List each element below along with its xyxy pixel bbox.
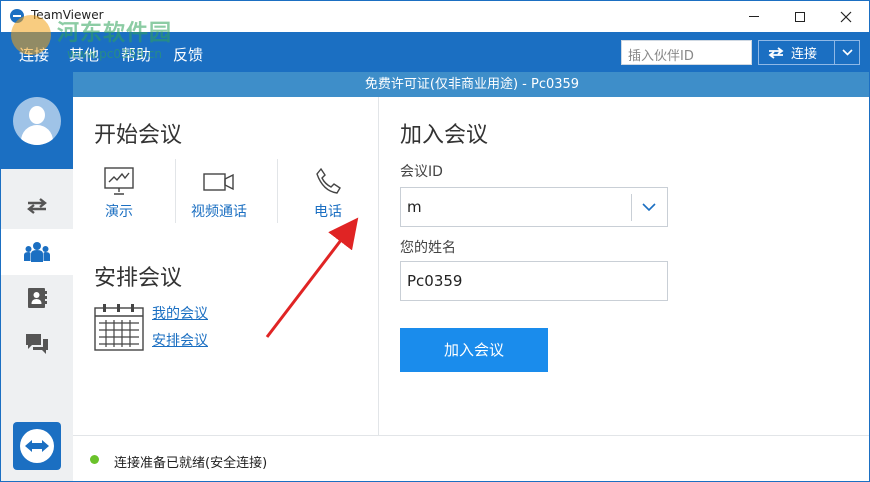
minimize-button[interactable] — [731, 1, 777, 32]
presentation-option[interactable]: 演示 — [103, 167, 135, 221]
phone-icon — [316, 167, 341, 194]
sidebar-item-meeting[interactable] — [1, 229, 73, 275]
option-divider — [277, 159, 278, 223]
your-name-input[interactable]: Pc0359 — [400, 261, 668, 301]
join-meeting-panel: 加入会议 会议ID m 您的姓名 Pc0359 加入会议 — [380, 97, 869, 435]
arrows-icon — [27, 198, 47, 214]
schedule-meeting-title: 安排会议 — [94, 266, 183, 291]
maximize-icon — [795, 11, 805, 22]
close-icon — [840, 11, 852, 22]
phone-option[interactable]: 电话 — [313, 167, 343, 221]
presentation-icon — [104, 167, 134, 195]
connect-dropdown-button[interactable] — [834, 41, 859, 64]
connect-partner-button[interactable]: 连接 — [758, 40, 860, 65]
start-meeting-panel: 开始会议 演示 视频通话 电话 安排会议 我的会议 安排会议 — [73, 97, 379, 435]
minimize-icon — [749, 16, 759, 17]
menu-help[interactable]: 帮助 — [121, 44, 151, 65]
teamviewer-logo-icon — [10, 9, 24, 23]
teamviewer-arrows-icon — [25, 440, 49, 452]
join-meeting-button[interactable]: 加入会议 — [400, 328, 548, 372]
sidebar-item-remote-control[interactable] — [1, 183, 73, 229]
menu-connect[interactable]: 连接 — [19, 44, 49, 65]
status-bar: 连接准备已就绪(安全连接) — [73, 435, 869, 481]
my-meetings-link[interactable]: 我的会议 — [152, 303, 208, 323]
menu-feedback[interactable]: 反馈 — [173, 44, 203, 65]
video-camera-icon — [203, 173, 234, 191]
calendar-icon — [94, 304, 144, 351]
title-bar: TeamViewer — [1, 1, 869, 32]
start-meeting-title: 开始会议 — [94, 123, 183, 148]
chevron-down-icon — [842, 49, 853, 56]
option-divider — [175, 159, 176, 223]
meeting-id-value: m — [407, 198, 422, 216]
chat-icon — [26, 334, 48, 354]
presentation-label: 演示 — [105, 204, 133, 220]
status-indicator-dot — [90, 455, 99, 464]
partner-id-input[interactable]: 插入伙伴ID — [621, 40, 752, 65]
close-button[interactable] — [823, 1, 869, 32]
connect-button-label: 连接 — [791, 47, 818, 62]
sidebar-item-contacts[interactable] — [1, 275, 73, 321]
meeting-id-combobox[interactable]: m — [400, 187, 668, 227]
meeting-people-icon — [24, 242, 50, 262]
menu-bar: 连接 其他 帮助 反馈 插入伙伴ID 连接 — [1, 32, 869, 72]
avatar[interactable] — [13, 97, 61, 145]
swap-arrows-icon — [768, 46, 784, 59]
status-text: 连接准备已就绪(安全连接) — [114, 456, 268, 471]
teamviewer-window: TeamViewer 连接 其他 帮助 反馈 插入伙伴ID 连接 免费许可证(仅… — [0, 0, 870, 482]
maximize-button[interactable] — [777, 1, 823, 32]
schedule-meeting-link[interactable]: 安排会议 — [152, 330, 208, 350]
sidebar-profile-area — [1, 72, 73, 169]
menu-other[interactable]: 其他 — [69, 44, 99, 65]
your-name-label: 您的姓名 — [400, 240, 456, 256]
video-call-label: 视频通话 — [191, 204, 247, 220]
chevron-down-icon[interactable] — [641, 201, 657, 213]
teamviewer-logo[interactable] — [13, 422, 61, 470]
license-banner: 免费许可证(仅非商业用途) - Pc0359 — [73, 72, 869, 97]
sidebar — [1, 72, 73, 481]
phone-label: 电话 — [314, 204, 342, 220]
video-call-option[interactable]: 视频通话 — [191, 167, 247, 221]
contacts-icon — [28, 288, 47, 308]
sidebar-item-chat[interactable] — [1, 321, 73, 367]
meeting-id-label: 会议ID — [400, 164, 443, 180]
window-title: TeamViewer — [31, 8, 104, 22]
join-meeting-title: 加入会议 — [400, 123, 489, 148]
